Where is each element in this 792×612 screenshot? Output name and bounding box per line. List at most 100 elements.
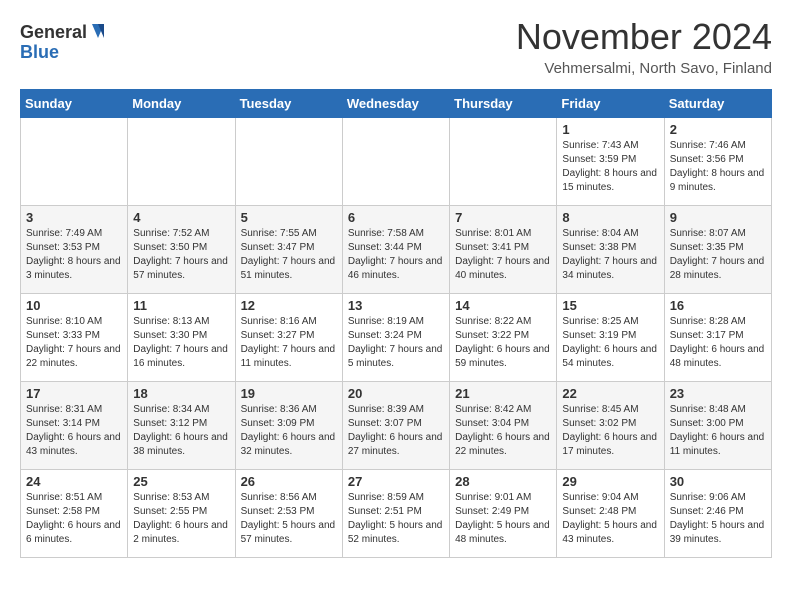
calendar-cell: 26Sunrise: 8:56 AM Sunset: 2:53 PM Dayli…	[235, 470, 342, 558]
day-info: Sunrise: 8:59 AM Sunset: 2:51 PM Dayligh…	[348, 491, 444, 547]
day-info: Sunrise: 9:04 AM Sunset: 2:48 PM Dayligh…	[562, 491, 658, 547]
day-number: 10	[26, 298, 122, 313]
day-info: Sunrise: 7:49 AM Sunset: 3:53 PM Dayligh…	[26, 227, 122, 283]
day-number: 6	[348, 210, 444, 225]
day-info: Sunrise: 8:53 AM Sunset: 2:55 PM Dayligh…	[133, 491, 229, 547]
day-number: 17	[26, 386, 122, 401]
calendar-week-row: 24Sunrise: 8:51 AM Sunset: 2:58 PM Dayli…	[21, 470, 772, 558]
day-number: 7	[455, 210, 551, 225]
calendar-cell: 15 Sunrise: 8:25 AM Sunset: 3:19 PM Dayli…	[557, 294, 664, 382]
day-number: 30	[670, 474, 766, 489]
day-number: 25	[133, 474, 229, 489]
svg-text:Blue: Blue	[20, 42, 59, 62]
day-number: 16	[670, 298, 766, 313]
day-info: Sunrise: 8:16 AM Sunset: 3:27 PM Dayligh…	[241, 315, 337, 371]
day-number: 8	[562, 210, 658, 225]
calendar-table: SundayMondayTuesdayWednesdayThursdayFrid…	[20, 89, 772, 558]
day-info: Sunrise: 8:07 AM Sunset: 3:35 PM Dayligh…	[670, 227, 766, 283]
calendar-week-row: 17Sunrise: 8:31 AM Sunset: 3:14 PM Dayli…	[21, 382, 772, 470]
calendar-cell: 7 Sunrise: 8:01 AM Sunset: 3:41 PM Daylig…	[450, 206, 557, 294]
day-number: 3	[26, 210, 122, 225]
title-block: November 2024 Vehmersalmi, North Savo, F…	[516, 16, 772, 77]
day-number: 19	[241, 386, 337, 401]
day-info: Sunrise: 8:48 AM Sunset: 3:00 PM Dayligh…	[670, 403, 766, 459]
day-number: 22	[562, 386, 658, 401]
header-day-wednesday: Wednesday	[342, 90, 449, 118]
calendar-cell: 1Sunrise: 7:43 AM Sunset: 3:59 PM Daylig…	[557, 118, 664, 206]
day-info: Sunrise: 8:10 AM Sunset: 3:33 PM Dayligh…	[26, 315, 122, 371]
calendar-cell: 4 Sunrise: 7:52 AM Sunset: 3:50 PM Daylig…	[128, 206, 235, 294]
svg-text:General: General	[20, 22, 87, 42]
day-number: 28	[455, 474, 551, 489]
calendar-cell: 8Sunrise: 8:04 AM Sunset: 3:38 PM Daylig…	[557, 206, 664, 294]
calendar-cell: 23 Sunrise: 8:48 AM Sunset: 3:00 PM Dayli…	[664, 382, 771, 470]
day-number: 29	[562, 474, 658, 489]
day-number: 4	[133, 210, 229, 225]
calendar-cell: 20 Sunrise: 8:39 AM Sunset: 3:07 PM Dayli…	[342, 382, 449, 470]
day-info: Sunrise: 9:06 AM Sunset: 2:46 PM Dayligh…	[670, 491, 766, 547]
calendar-cell	[21, 118, 128, 206]
header-day-monday: Monday	[128, 90, 235, 118]
header-day-saturday: Saturday	[664, 90, 771, 118]
calendar-cell: 5 Sunrise: 7:55 AM Sunset: 3:47 PM Daylig…	[235, 206, 342, 294]
day-info: Sunrise: 8:19 AM Sunset: 3:24 PM Dayligh…	[348, 315, 444, 371]
day-info: Sunrise: 7:46 AM Sunset: 3:56 PM Dayligh…	[670, 139, 766, 195]
day-number: 14	[455, 298, 551, 313]
location: Vehmersalmi, North Savo, Finland	[516, 60, 772, 77]
logo: General Blue	[20, 16, 110, 71]
header-day-tuesday: Tuesday	[235, 90, 342, 118]
day-info: Sunrise: 7:43 AM Sunset: 3:59 PM Dayligh…	[562, 139, 658, 195]
calendar-cell: 27Sunrise: 8:59 AM Sunset: 2:51 PM Dayli…	[342, 470, 449, 558]
calendar-cell	[235, 118, 342, 206]
day-number: 15	[562, 298, 658, 313]
day-info: Sunrise: 8:13 AM Sunset: 3:30 PM Dayligh…	[133, 315, 229, 371]
calendar-cell: 11 Sunrise: 8:13 AM Sunset: 3:30 PM Dayli…	[128, 294, 235, 382]
day-number: 12	[241, 298, 337, 313]
calendar-cell	[450, 118, 557, 206]
logo-icon: General Blue	[20, 16, 110, 66]
header-day-thursday: Thursday	[450, 90, 557, 118]
day-info: Sunrise: 8:01 AM Sunset: 3:41 PM Dayligh…	[455, 227, 551, 283]
logo-text: General Blue	[20, 16, 110, 71]
calendar-cell: 22 Sunrise: 8:45 AM Sunset: 3:02 PM Dayli…	[557, 382, 664, 470]
calendar-cell: 17Sunrise: 8:31 AM Sunset: 3:14 PM Dayli…	[21, 382, 128, 470]
calendar-cell: 12 Sunrise: 8:16 AM Sunset: 3:27 PM Dayli…	[235, 294, 342, 382]
calendar-cell	[128, 118, 235, 206]
calendar-cell: 28 Sunrise: 9:01 AM Sunset: 2:49 PM Dayli…	[450, 470, 557, 558]
day-info: Sunrise: 8:39 AM Sunset: 3:07 PM Dayligh…	[348, 403, 444, 459]
day-info: Sunrise: 8:56 AM Sunset: 2:53 PM Dayligh…	[241, 491, 337, 547]
calendar-cell: 30 Sunrise: 9:06 AM Sunset: 2:46 PM Dayli…	[664, 470, 771, 558]
day-info: Sunrise: 7:55 AM Sunset: 3:47 PM Dayligh…	[241, 227, 337, 283]
calendar-cell: 13 Sunrise: 8:19 AM Sunset: 3:24 PM Dayli…	[342, 294, 449, 382]
day-number: 11	[133, 298, 229, 313]
calendar-cell: 6 Sunrise: 7:58 AM Sunset: 3:44 PM Daylig…	[342, 206, 449, 294]
day-number: 13	[348, 298, 444, 313]
calendar-week-row: 3 Sunrise: 7:49 AM Sunset: 3:53 PM Daylig…	[21, 206, 772, 294]
day-info: Sunrise: 8:42 AM Sunset: 3:04 PM Dayligh…	[455, 403, 551, 459]
day-number: 23	[670, 386, 766, 401]
day-number: 5	[241, 210, 337, 225]
calendar-cell: 21 Sunrise: 8:42 AM Sunset: 3:04 PM Dayli…	[450, 382, 557, 470]
calendar-cell	[342, 118, 449, 206]
page-container: General Blue November 2024 Vehmersalmi, …	[0, 0, 792, 574]
day-info: Sunrise: 7:52 AM Sunset: 3:50 PM Dayligh…	[133, 227, 229, 283]
day-number: 18	[133, 386, 229, 401]
calendar-cell: 3 Sunrise: 7:49 AM Sunset: 3:53 PM Daylig…	[21, 206, 128, 294]
day-number: 24	[26, 474, 122, 489]
day-number: 20	[348, 386, 444, 401]
day-info: Sunrise: 8:25 AM Sunset: 3:19 PM Dayligh…	[562, 315, 658, 371]
calendar-week-row: 1Sunrise: 7:43 AM Sunset: 3:59 PM Daylig…	[21, 118, 772, 206]
calendar-cell: 18Sunrise: 8:34 AM Sunset: 3:12 PM Dayli…	[128, 382, 235, 470]
calendar-header-row: SundayMondayTuesdayWednesdayThursdayFrid…	[21, 90, 772, 118]
calendar-cell: 2Sunrise: 7:46 AM Sunset: 3:56 PM Daylig…	[664, 118, 771, 206]
header-day-friday: Friday	[557, 90, 664, 118]
day-info: Sunrise: 8:28 AM Sunset: 3:17 PM Dayligh…	[670, 315, 766, 371]
calendar-cell: 29 Sunrise: 9:04 AM Sunset: 2:48 PM Dayli…	[557, 470, 664, 558]
day-number: 21	[455, 386, 551, 401]
month-title: November 2024	[516, 16, 772, 58]
day-info: Sunrise: 9:01 AM Sunset: 2:49 PM Dayligh…	[455, 491, 551, 547]
day-info: Sunrise: 7:58 AM Sunset: 3:44 PM Dayligh…	[348, 227, 444, 283]
day-info: Sunrise: 8:36 AM Sunset: 3:09 PM Dayligh…	[241, 403, 337, 459]
day-info: Sunrise: 8:45 AM Sunset: 3:02 PM Dayligh…	[562, 403, 658, 459]
calendar-week-row: 10 Sunrise: 8:10 AM Sunset: 3:33 PM Dayli…	[21, 294, 772, 382]
